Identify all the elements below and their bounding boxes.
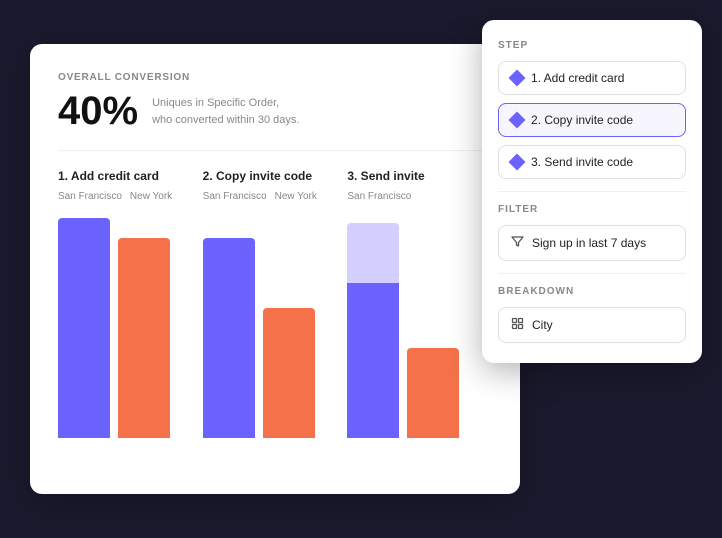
diamond-icon-1 <box>509 70 526 87</box>
bars-area-1 <box>58 208 195 438</box>
bar-labels-3: San Francisco <box>347 191 484 202</box>
breakdown-text: City <box>532 318 553 332</box>
panel-card: STEP 1. Add credit card 2. Copy invite c… <box>482 20 702 363</box>
step-item-1[interactable]: 1. Add credit card <box>498 61 686 95</box>
conversion-percentage: 40% <box>58 89 138 134</box>
breakdown-section-label: BREAKDOWN <box>498 286 686 297</box>
bar-purple-2 <box>203 238 255 438</box>
step-text-3: 3. Send invite code <box>531 155 633 169</box>
bar-labels-2: San Francisco New York <box>203 191 340 202</box>
step-section-label: STEP <box>498 40 686 51</box>
bar-orange-2 <box>263 308 315 438</box>
filter-text: Sign up in last 7 days <box>532 236 646 250</box>
panel-divider-1 <box>498 191 686 192</box>
diamond-icon-2 <box>509 112 526 129</box>
bar-label-ny-1: New York <box>130 191 172 202</box>
bar-label-ny-2: New York <box>275 191 317 202</box>
col-title-3: 3. Send invite <box>347 169 484 183</box>
filter-item[interactable]: Sign up in last 7 days <box>498 225 686 261</box>
chart-card: OVERALL CONVERSION 40% Uniques in Specif… <box>30 44 520 494</box>
step-item-3[interactable]: 3. Send invite code <box>498 145 686 179</box>
funnel-col-3: 3. Send invite San Francisco <box>347 169 492 489</box>
bar-label-sf-2: San Francisco <box>203 191 267 202</box>
bar-purple-light-3 <box>347 223 399 283</box>
bars-area-2 <box>203 208 340 438</box>
divider <box>58 150 492 151</box>
bar-purple-1 <box>58 218 110 438</box>
breakdown-item[interactable]: City <box>498 307 686 343</box>
bar-labels-1: San Francisco New York <box>58 191 195 202</box>
step-item-2[interactable]: 2. Copy invite code <box>498 103 686 137</box>
overall-label: OVERALL CONVERSION <box>58 72 492 83</box>
step-text-1: 1. Add credit card <box>531 71 624 85</box>
step-text-2: 2. Copy invite code <box>531 113 633 127</box>
funnel-columns: 1. Add credit card San Francisco New Yor… <box>58 169 492 489</box>
filter-section-label: FILTER <box>498 204 686 215</box>
bar-stack-sf <box>347 208 399 438</box>
panel-divider-2 <box>498 273 686 274</box>
conversion-desc: Uniques in Specific Order, who converted… <box>152 95 299 128</box>
diamond-icon-3 <box>509 154 526 171</box>
bar-orange-3 <box>407 348 459 438</box>
bar-orange-1 <box>118 238 170 438</box>
bar-purple-3 <box>347 283 399 438</box>
bar-label-sf-3: San Francisco <box>347 191 411 202</box>
col-title-1: 1. Add credit card <box>58 169 195 183</box>
funnel-col-1: 1. Add credit card San Francisco New Yor… <box>58 169 203 489</box>
col-title-2: 2. Copy invite code <box>203 169 340 183</box>
filter-icon <box>511 235 524 251</box>
bars-area-3 <box>347 208 484 438</box>
breakdown-icon <box>511 317 524 333</box>
funnel-col-2: 2. Copy invite code San Francisco New Yo… <box>203 169 348 489</box>
bar-label-sf-1: San Francisco <box>58 191 122 202</box>
